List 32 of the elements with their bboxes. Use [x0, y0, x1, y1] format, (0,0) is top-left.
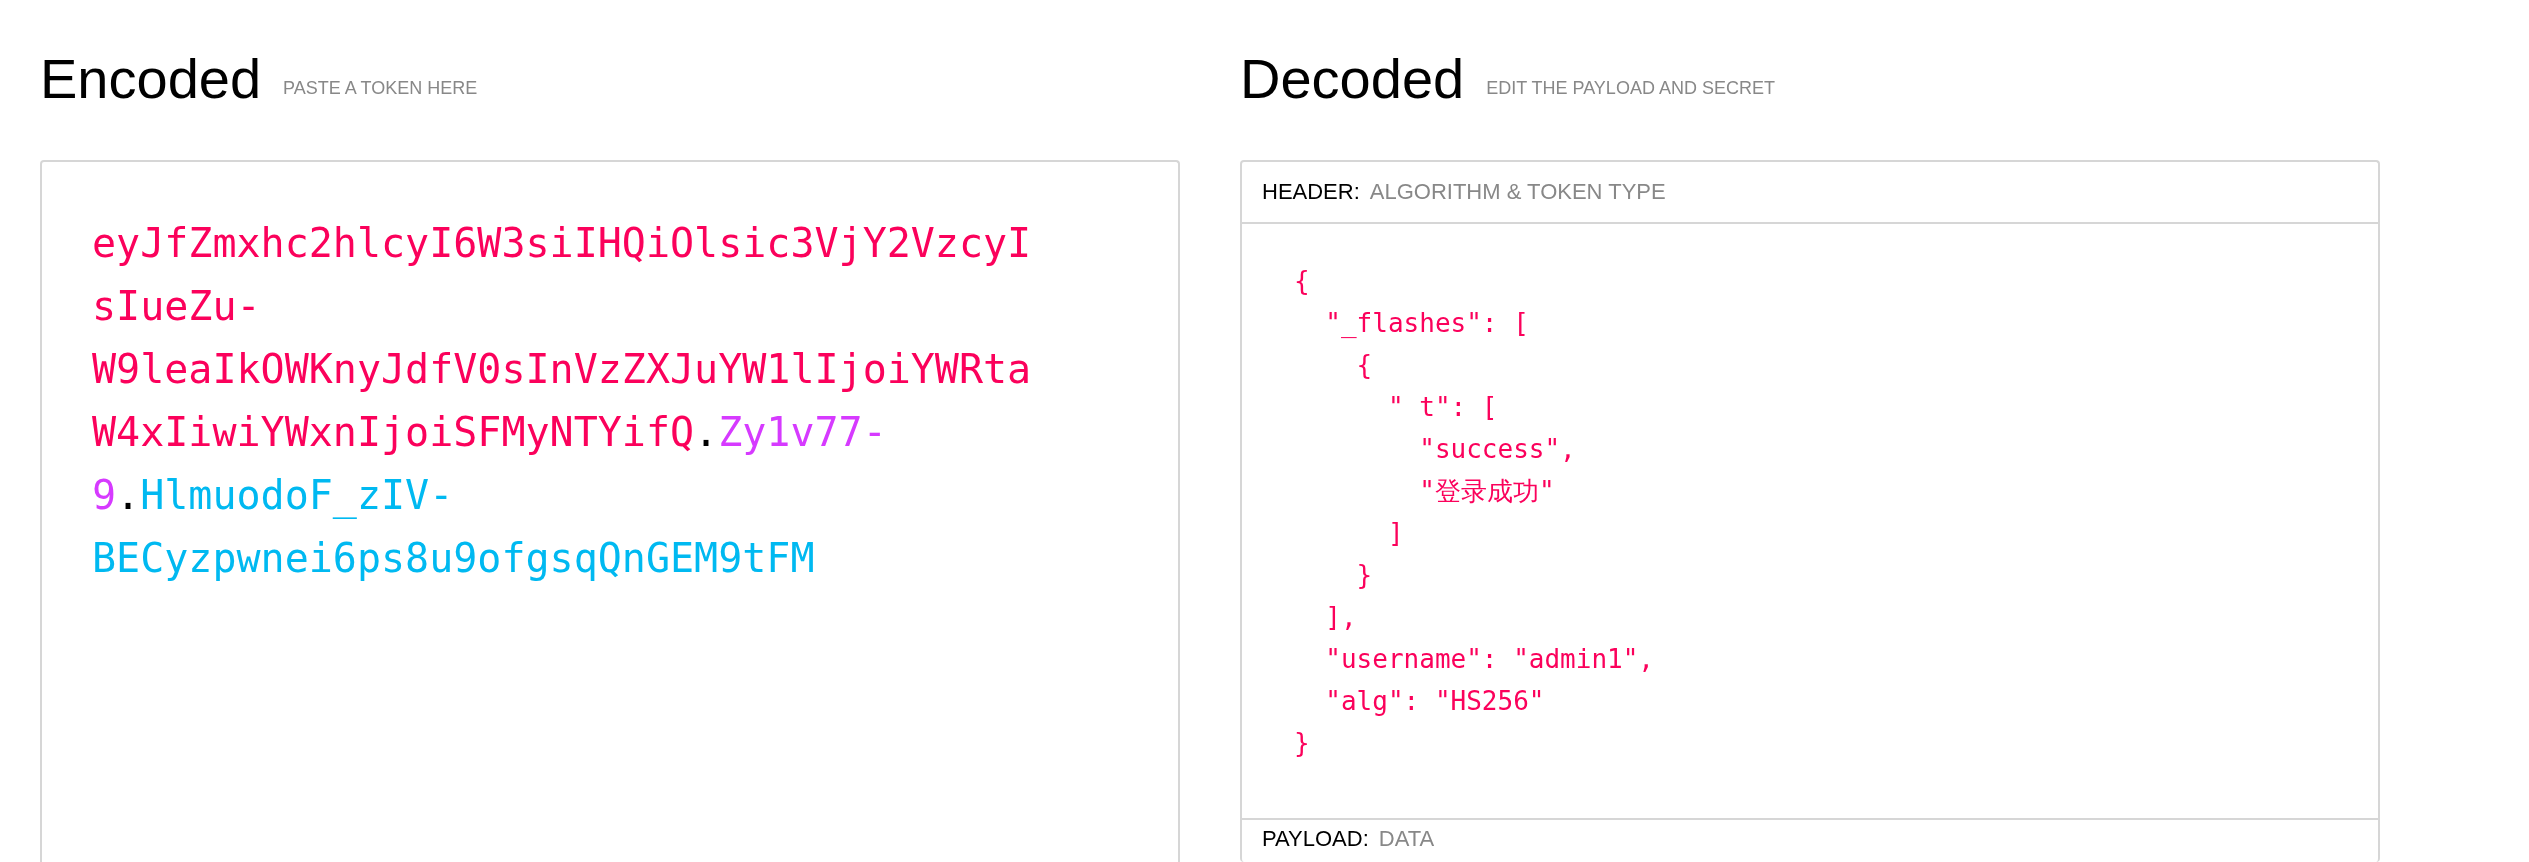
header-hint: ALGORITHM & TOKEN TYPE	[1369, 179, 1666, 205]
code-line: }	[1355, 559, 1374, 592]
token-text: 9	[92, 472, 117, 518]
code-line: ]	[1386, 517, 1405, 550]
code-line: "username": "admin1",	[1324, 643, 1656, 676]
code-line: "alg": "HS256"	[1324, 685, 1546, 718]
token-input-panel[interactable]: eyJfZmxhc2hlcyI6W3siIHQiOlsic3VjY2VzcyI sIueZu- W9leaIkOWKnyJdfV0sInVzZXJuYW1lIjoiYWRta W4xIiwiYWxnIjoiSFMyNTYifQ.Zy1v77- 9.HlmuodoF_zIV- BECyzpwnei6ps8u9ofgsqQnGEM9tFM	[40, 160, 1180, 862]
token-text: BECyzpwnei6ps8u9ofgsqQnGEM9tFM	[92, 535, 815, 581]
token-text: W4xIiwiYWxnIjoiSFMyNTYifQ	[92, 409, 695, 455]
token-text: HlmuodoF_zIV-	[140, 472, 454, 518]
header-label: HEADER:	[1262, 179, 1360, 205]
token-text: sIueZu-	[92, 283, 261, 329]
section-title: Encoded	[40, 45, 262, 111]
token-text: Zy1v77-	[718, 409, 887, 455]
code-line: "success",	[1418, 433, 1577, 466]
code-line: "_flashes": [	[1324, 307, 1530, 340]
code-line: "登录成功"	[1418, 475, 1556, 508]
token-text: .	[694, 409, 719, 455]
code-line: " t": [	[1386, 391, 1499, 424]
token-text: .	[116, 472, 141, 518]
payload-hint: DATA	[1378, 826, 1435, 852]
code-line: {	[1355, 349, 1374, 382]
section-title: Decoded	[1240, 45, 1465, 111]
section-hint: EDIT THE PAYLOAD AND SECRET	[1486, 76, 1775, 99]
payload-label: PAYLOAD:	[1262, 826, 1369, 852]
code-line: }	[1294, 727, 1311, 760]
header-json-editor[interactable]: { "_flashes": [ { " t": [ "success", "登录成功" ] } ], "username": "admin1", "alg": "HS256" }	[1242, 224, 2378, 818]
code-line: {	[1294, 265, 1311, 298]
token-text: eyJfZmxhc2hlcyI6W3siIHQiOlsic3VjY2VzcyI	[92, 220, 1032, 266]
code-line: ],	[1324, 601, 1358, 634]
section-hint: PASTE A TOKEN HERE	[283, 76, 478, 99]
token-text: W9leaIkOWKnyJdfV0sInVzZXJuYW1lIjoiYWRta	[92, 346, 1032, 392]
